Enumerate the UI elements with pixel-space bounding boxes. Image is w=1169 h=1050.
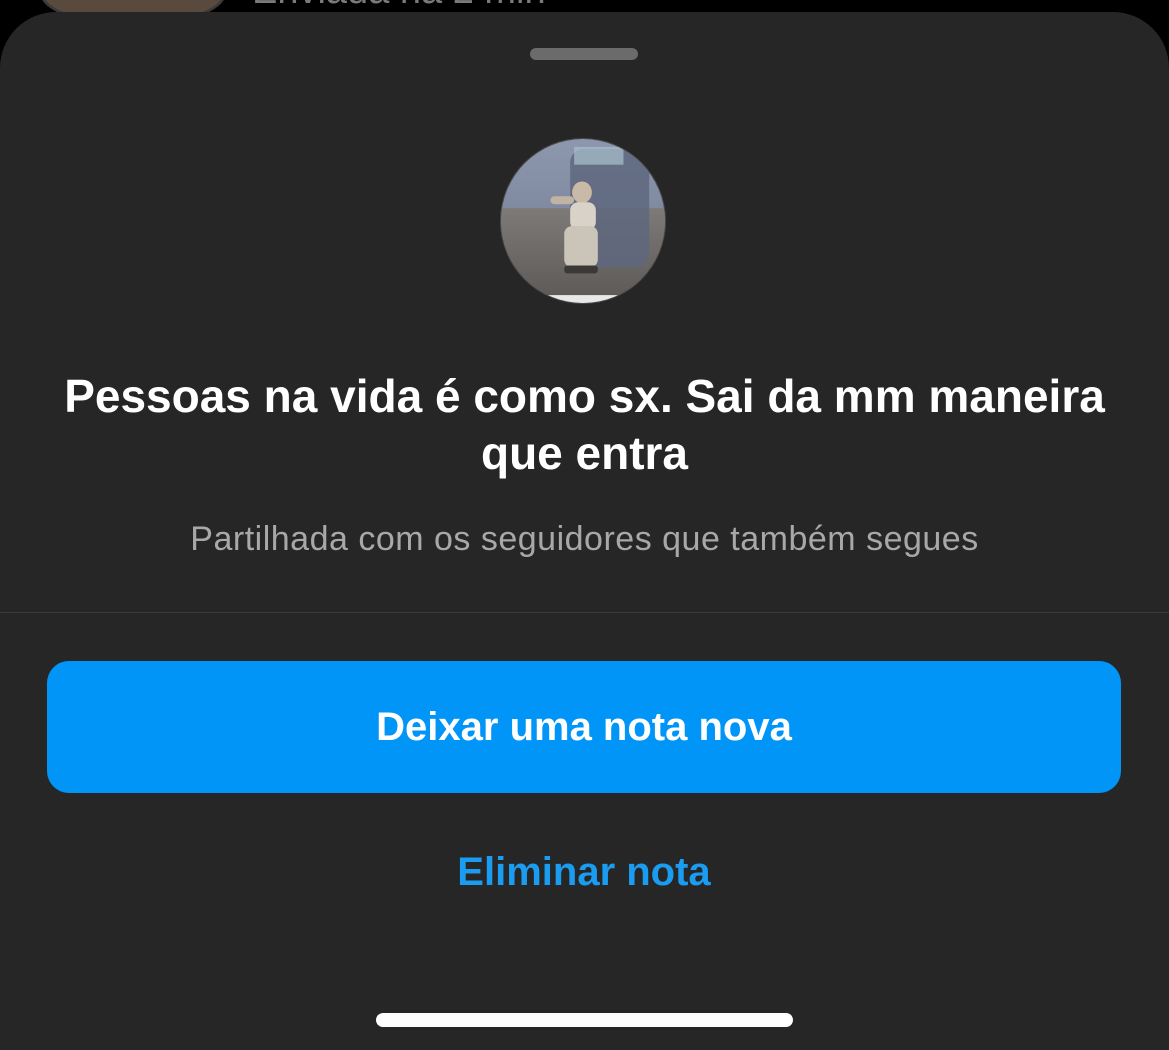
note-audience-text: Partilhada com os seguidores que também … [190,520,979,558]
note-text: Pessoas na vida é como sx. Sai da mm man… [64,370,1105,479]
divider [0,612,1169,613]
note-bottom-sheet: Pessoas na vida é como sx. Sai da mm man… [0,12,1169,1050]
note-author-avatar [500,138,666,304]
delete-note-button[interactable]: Eliminar nota [334,840,834,904]
home-indicator [376,1013,793,1027]
profile-photo-icon [501,139,665,303]
leave-new-note-button[interactable]: Deixar uma nota nova [47,661,1121,793]
sheet-grabber-handle[interactable] [530,48,638,60]
